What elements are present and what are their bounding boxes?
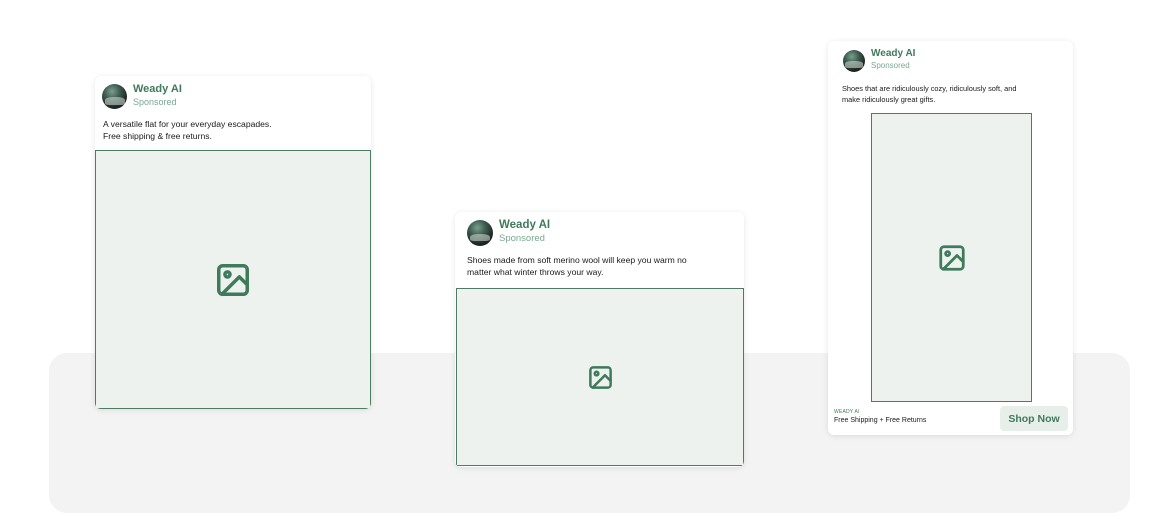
ad-copy: A versatile flat for your everyday escap… [103,118,272,143]
ad-identity: Weady AI Sponsored [871,48,915,70]
ad-header: Weady AI Sponsored [102,83,182,109]
avatar [467,220,493,246]
image-icon [587,364,614,391]
ad-header: Weady AI Sponsored [843,48,915,72]
ad-copy: Shoes made from soft merino wool will ke… [467,254,687,279]
ad-identity: Weady AI Sponsored [499,219,550,244]
brand-name[interactable]: Weady AI [871,48,915,59]
avatar [843,50,865,72]
ad-copy-line: Free shipping & free returns. [103,131,212,142]
ad-image-placeholder[interactable] [95,150,371,409]
image-icon [937,243,967,273]
shop-now-button[interactable]: Shop Now [1000,406,1068,431]
ad-card-vertical: Weady AI Sponsored Shoes that are ridicu… [828,41,1073,435]
ad-footer: WEADY AI Free Shipping + Free Returns [834,409,926,424]
ad-card-landscape: Weady AI Sponsored Shoes made from soft … [455,212,744,467]
ad-header: Weady AI Sponsored [467,219,550,246]
image-icon [214,261,252,299]
ad-identity: Weady AI Sponsored [133,83,182,107]
sponsored-label: Sponsored [871,61,910,70]
avatar [102,84,127,109]
ad-copy-line: matter what winter throws your way. [467,267,604,278]
ad-copy-line: A versatile flat for your everyday escap… [103,119,272,129]
brand-name[interactable]: Weady AI [499,219,550,231]
ad-copy-line: Shoes that are ridiculously cozy, ridicu… [842,84,1017,93]
ad-image-placeholder[interactable] [871,113,1032,402]
ad-copy: Shoes that are ridiculously cozy, ridicu… [842,84,1016,105]
brand-name[interactable]: Weady AI [133,83,182,95]
footer-brand: WEADY AI [834,409,860,415]
ad-copy-line: make ridiculously great gifts. [842,94,936,104]
ad-image-placeholder[interactable] [456,288,744,466]
footer-offer: Free Shipping + Free Returns [834,417,927,424]
ad-card-square: Weady AI Sponsored A versatile flat for … [95,76,371,409]
sponsored-label: Sponsored [499,233,545,244]
ad-copy-line: Shoes made from soft merino wool will ke… [467,255,687,265]
sponsored-label: Sponsored [133,97,177,107]
